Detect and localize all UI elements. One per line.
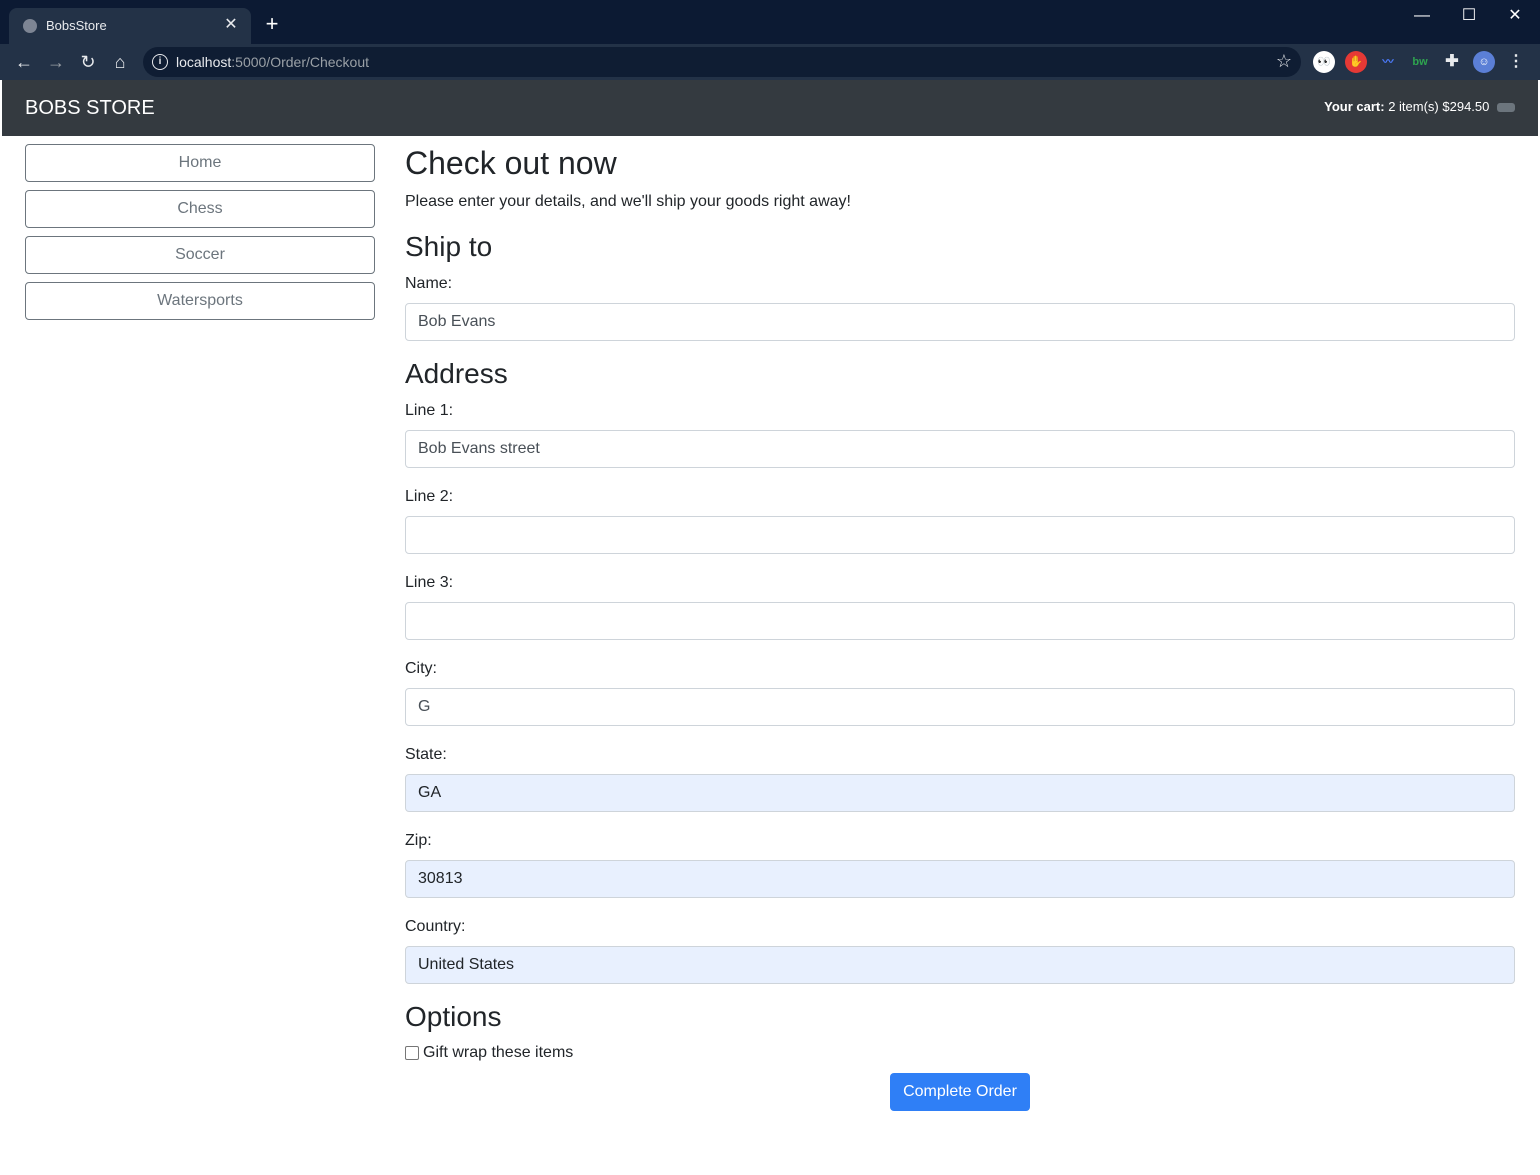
- profile-avatar[interactable]: ☺: [1473, 51, 1495, 73]
- cart-button[interactable]: [1497, 103, 1515, 113]
- extension-eyes-icon[interactable]: 👀: [1313, 51, 1335, 73]
- cart-summary: Your cart: 2 item(s) $294.50: [1324, 99, 1515, 114]
- close-tab-icon[interactable]: ✕: [221, 15, 241, 35]
- zip-label: Zip:: [405, 832, 432, 849]
- menu-kebab-icon[interactable]: ⋮: [1505, 51, 1527, 73]
- address-bar[interactable]: i localhost:5000/Order/Checkout ☆: [143, 47, 1301, 77]
- extension-bw-icon[interactable]: bw: [1409, 51, 1431, 73]
- state-field[interactable]: GA: [405, 774, 1515, 812]
- extension-shield-icon[interactable]: ✋: [1345, 51, 1367, 73]
- city-label: City:: [405, 660, 437, 677]
- line3-label: Line 3:: [405, 574, 454, 591]
- site-info-icon[interactable]: i: [152, 54, 168, 70]
- country-field[interactable]: United States: [405, 946, 1515, 984]
- bookmark-star-icon[interactable]: ☆: [1276, 51, 1292, 72]
- line1-label: Line 1:: [405, 402, 454, 419]
- maximize-icon[interactable]: ☐: [1446, 6, 1492, 26]
- complete-order-button[interactable]: Complete Order: [890, 1073, 1030, 1111]
- globe-icon: [23, 19, 37, 33]
- giftwrap-checkbox[interactable]: [405, 1046, 419, 1060]
- page-title: Check out now: [405, 145, 617, 181]
- category-button-watersports[interactable]: Watersports: [25, 282, 375, 320]
- line3-field[interactable]: [405, 602, 1515, 640]
- browser-tab-strip: BobsStore ✕ + — ☐ ✕: [0, 0, 1540, 44]
- city-field[interactable]: G: [405, 688, 1515, 726]
- reload-icon[interactable]: ↻: [76, 50, 100, 74]
- state-label: State:: [405, 746, 447, 763]
- home-icon[interactable]: ⌂: [108, 50, 132, 74]
- url-text: localhost:5000/Order/Checkout: [176, 54, 370, 70]
- options-heading: Options: [405, 1001, 502, 1032]
- country-label: Country:: [405, 918, 466, 935]
- new-tab-icon[interactable]: +: [261, 13, 283, 35]
- close-window-icon[interactable]: ✕: [1492, 6, 1538, 26]
- cart-label: Your cart:: [1324, 99, 1385, 114]
- browser-toolbar: ← → ↻ ⌂ i localhost:5000/Order/Checkout …: [0, 44, 1540, 80]
- ship-to-heading: Ship to: [405, 231, 493, 262]
- cart-count-total: 2 item(s) $294.50: [1388, 99, 1490, 114]
- zip-field[interactable]: 30813: [405, 860, 1515, 898]
- line2-label: Line 2:: [405, 488, 454, 505]
- name-label: Name:: [405, 275, 453, 292]
- extensions-puzzle-icon[interactable]: ✚: [1441, 51, 1463, 73]
- category-button-soccer[interactable]: Soccer: [25, 236, 375, 274]
- back-icon[interactable]: ←: [12, 50, 36, 74]
- line2-field[interactable]: [405, 516, 1515, 554]
- category-button-chess[interactable]: Chess: [25, 190, 375, 228]
- line1-field[interactable]: Bob Evans street: [405, 430, 1515, 468]
- tab-title: BobsStore: [46, 18, 107, 33]
- minimize-icon[interactable]: —: [1399, 6, 1445, 26]
- address-heading: Address: [405, 358, 508, 389]
- brand-title[interactable]: BOBS STORE: [25, 97, 155, 120]
- browser-tab[interactable]: BobsStore ✕: [9, 8, 251, 44]
- giftwrap-label[interactable]: Gift wrap these items: [423, 1044, 573, 1062]
- site-navbar: BOBS STORE Your cart: 2 item(s) $294.50: [2, 80, 1538, 136]
- name-field[interactable]: Bob Evans: [405, 303, 1515, 341]
- category-button-home[interactable]: Home: [25, 144, 375, 182]
- forward-icon[interactable]: →: [44, 50, 68, 74]
- page-lead: Please enter your details, and we'll shi…: [405, 193, 851, 210]
- extension-wave-icon[interactable]: 〰: [1377, 51, 1399, 73]
